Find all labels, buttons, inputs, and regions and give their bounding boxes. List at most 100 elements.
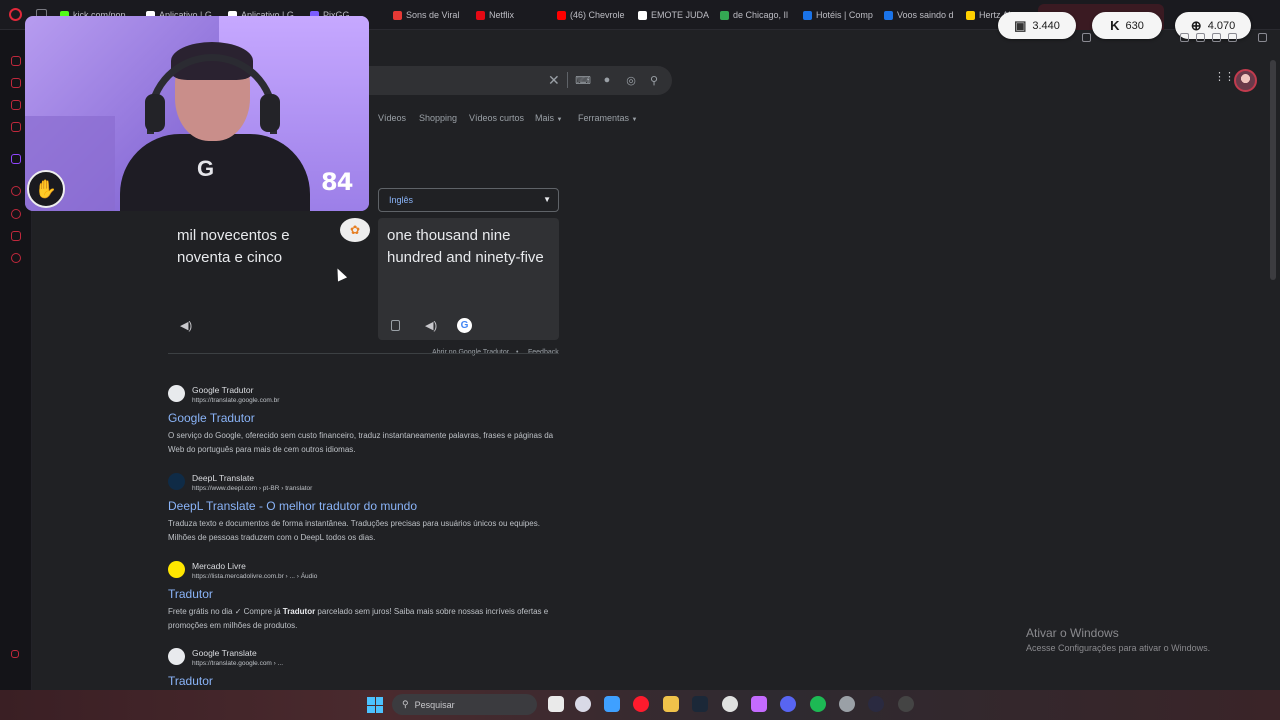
nav-short-videos[interactable]: Vídeos curtos (469, 113, 524, 123)
lens-icon[interactable]: ◎ (625, 74, 637, 87)
app-icon[interactable] (575, 696, 591, 712)
cam-ear-right (260, 94, 280, 132)
snippet-bold: Tradutor (282, 607, 316, 616)
result-url[interactable]: https://translate.google.com.br (192, 397, 279, 404)
cam-overlay-number: 84 (321, 168, 353, 196)
result-site-name: Google Tradutor (192, 385, 254, 395)
result-site-name: Mercado Livre (192, 561, 246, 571)
taskbar-search-input[interactable]: ⚲ Pesquisar (392, 694, 537, 715)
browser-tab[interactable]: de Chicago, Il (720, 7, 798, 23)
file-explorer-icon[interactable] (663, 696, 679, 712)
result-title[interactable]: Tradutor (168, 587, 213, 601)
nav-videos[interactable]: Vídeos (378, 113, 406, 123)
app-icon[interactable] (751, 696, 767, 712)
keyboard-icon[interactable]: ⌨ (575, 74, 591, 87)
sidebar-workspace-icon[interactable] (11, 78, 21, 88)
toolbar-menu-icon[interactable] (1258, 33, 1267, 42)
tab-favicon-icon (884, 10, 893, 20)
tab-label: de Chicago, Il (733, 10, 789, 20)
sidebar-gx-icon[interactable] (11, 650, 19, 658)
browser-tab[interactable]: Hotéis | Comp (803, 7, 881, 23)
toolbar-snapshot-icon[interactable] (1180, 33, 1189, 42)
windows-start-icon[interactable] (367, 697, 383, 713)
steam-icon[interactable] (692, 696, 708, 712)
target-speaker-icon[interactable]: ◀) (425, 319, 437, 332)
nav-tools[interactable]: Ferramentas ▼ (578, 113, 638, 123)
source-text[interactable]: mil novecentos e noventa e cinco (177, 225, 337, 269)
sidebar-history-icon[interactable] (11, 209, 21, 219)
sidebar-twitch-icon[interactable] (11, 154, 21, 164)
translated-text: one thousand nine hundred and ninety-fiv… (387, 227, 544, 266)
sidebar-messenger-icon[interactable] (11, 100, 21, 110)
windows-activation-watermark: Ativar o Windows Acesse Configurações pa… (1026, 626, 1210, 653)
google-apps-icon[interactable]: ⋮⋮⋮ (1214, 72, 1245, 83)
tab-label: Hotéis | Comp (816, 10, 873, 20)
result-title[interactable]: Google Tradutor (168, 411, 255, 425)
total-viewer-count: 4.070 (1207, 19, 1236, 32)
sidebar-player-icon[interactable] (11, 186, 21, 196)
browser-tab[interactable]: (46) Chevrole (557, 7, 635, 23)
sidebar-pinboard-icon[interactable] (11, 231, 21, 241)
discord-icon[interactable] (780, 696, 796, 712)
google-logo-icon[interactable]: G (457, 318, 472, 333)
settings-icon[interactable] (839, 696, 855, 712)
browser-tab[interactable]: EMOTE JUDA (638, 7, 716, 23)
cam-ear-left (145, 94, 165, 132)
tab-favicon-icon (803, 10, 812, 20)
account-avatar[interactable] (1234, 69, 1257, 92)
twitch-icon: ▣ (1014, 17, 1027, 33)
search-icon[interactable]: ⚲ (648, 74, 660, 87)
copy-icon[interactable] (391, 320, 400, 331)
result-snippet: Traduza texto e documentos de forma inst… (168, 519, 540, 542)
browser-tab[interactable]: Voos saindo d (884, 7, 962, 23)
tab-favicon-icon (966, 10, 975, 20)
nav-tools-label: Ferramentas (578, 113, 630, 123)
obs-icon[interactable] (898, 696, 914, 712)
tab-label: Voos saindo d (897, 10, 954, 20)
page-scrollbar[interactable] (1270, 60, 1276, 280)
app-icon[interactable] (604, 696, 620, 712)
chevron-down-icon: ▼ (556, 117, 563, 123)
app-icon[interactable] (868, 696, 884, 712)
mercadolivre-favicon-icon (168, 561, 185, 578)
tab-favicon-icon (720, 10, 729, 20)
spotify-icon[interactable] (810, 696, 826, 712)
source-speaker-icon[interactable]: ◀) (180, 319, 192, 332)
result-url[interactable]: https://www.deepl.com › pt-BR › translat… (192, 485, 312, 492)
opera-gx-icon[interactable] (633, 696, 649, 712)
clear-search-icon[interactable]: ✕ (548, 72, 560, 89)
toolbar-download-icon[interactable] (1196, 33, 1205, 42)
kick-icon: K (1110, 18, 1120, 33)
result-url[interactable]: https://lista.mercadolivre.com.br › ... … (192, 573, 317, 580)
globe-icon: ⊕ (1190, 17, 1202, 33)
nav-shopping[interactable]: Shopping (419, 113, 457, 123)
microphone-icon[interactable]: ● (601, 74, 613, 86)
sidebar-settings-icon[interactable] (11, 253, 21, 263)
sidebar-mail-icon[interactable] (11, 122, 21, 132)
kick-viewer-count: 630 (1125, 19, 1144, 32)
sidebar-aria-icon[interactable] (11, 56, 21, 66)
app-icon[interactable] (722, 696, 738, 712)
kick-viewer-pill: K 630 (1092, 12, 1162, 39)
opera-logo-icon[interactable] (9, 8, 22, 21)
tab-label: Netflix (489, 10, 515, 20)
tab-label: (46) Chevrole (570, 10, 625, 20)
browser-tab[interactable]: Netflix (476, 7, 554, 23)
google-translate-favicon-icon (168, 385, 185, 402)
result-title[interactable]: Tradutor (168, 674, 213, 688)
hand-emote-icon: ✋ (27, 170, 65, 208)
taskview-icon[interactable] (548, 696, 564, 712)
tab-label: Sons de Viral (406, 10, 460, 20)
activation-title: Ativar o Windows (1026, 626, 1119, 640)
result-title[interactable]: DeepL Translate - O melhor tradutor do m… (168, 499, 417, 513)
target-language-select[interactable]: Inglês ▼ (378, 188, 559, 212)
toolbar-wallet-icon[interactable] (1212, 33, 1221, 42)
browser-tab[interactable]: Sons de Viral (393, 7, 471, 23)
nav-more[interactable]: Mais ▼ (535, 113, 562, 123)
result-snippet: O serviço do Google, oferecido sem custo… (168, 431, 554, 454)
result-url[interactable]: https://translate.google.com › ... (192, 660, 283, 667)
toolbar-ai-icon[interactable] (1228, 33, 1237, 42)
cam-person-body (120, 134, 310, 211)
mouse-cursor (332, 266, 348, 282)
toolbar-search-icon[interactable] (1082, 33, 1091, 42)
